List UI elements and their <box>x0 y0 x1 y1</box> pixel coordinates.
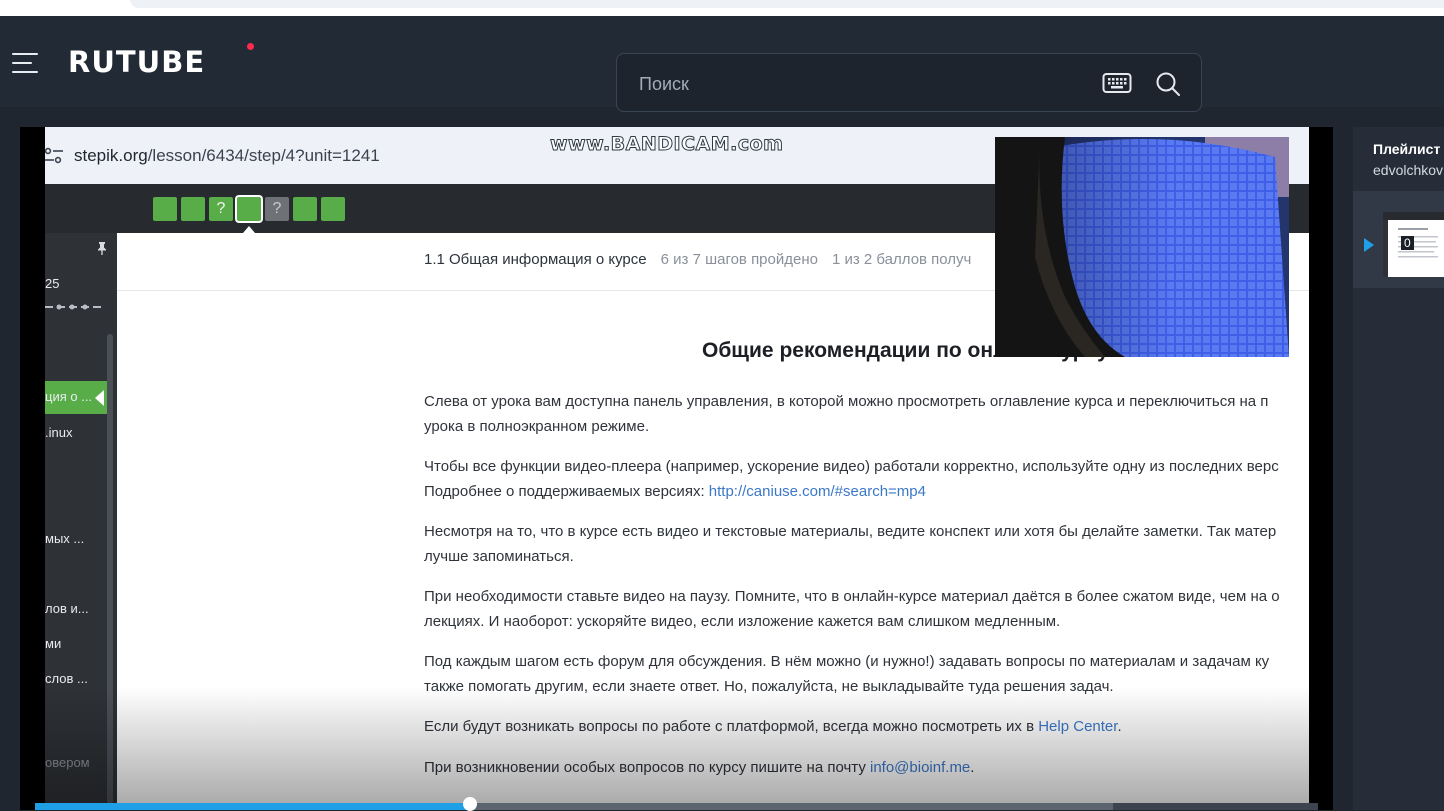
site-header: RUTUBE <box>0 16 1444 112</box>
step-indicator: ? <box>209 197 233 221</box>
url-path: /lesson/6434/step/4?unit=1241 <box>147 146 380 165</box>
email-link: info@bioinf.me <box>870 759 971 776</box>
sidebar-item: лов и... <box>45 601 89 616</box>
browser-address-strip <box>0 0 1444 16</box>
rutube-logo[interactable]: RUTUBE <box>68 46 205 78</box>
paragraph-line: урока в полноэкранном режиме. <box>424 418 650 435</box>
punctuation: . <box>1117 718 1122 735</box>
paragraph: Если будут возникать вопросы по работе с… <box>424 714 1122 739</box>
sidebar-scrollbar <box>107 334 113 804</box>
paragraph: Несмотря на то, что в курсе есть видео и… <box>424 519 1276 569</box>
sidebar-item: овером <box>45 755 90 770</box>
sidebar-counter: 25 <box>45 276 60 291</box>
webcam-overlay <box>995 137 1289 357</box>
step-indicator <box>181 197 205 221</box>
sidebar-item: мых ... <box>45 531 85 546</box>
caniuse-link: http://caniuse.com/#search=mp4 <box>708 483 926 500</box>
playlist-panel: Плейлист edvolchkov 0 <box>1353 127 1444 810</box>
step-indicator-active <box>237 197 261 221</box>
recorded-url: stepik.org/lesson/6434/step/4?unit=1241 <box>74 146 380 166</box>
sidebar-active-arrow <box>95 390 104 406</box>
sidebar-item: ми <box>45 636 62 651</box>
sidebar-item: .inux <box>45 425 73 440</box>
step-indicator <box>321 197 345 221</box>
player-controls-gradient <box>45 687 1309 810</box>
sidebar-item: слов ... <box>45 671 88 686</box>
playlist-header[interactable]: Плейлист edvolchkov <box>1353 127 1444 190</box>
timeline-progress <box>35 803 470 810</box>
paragraph: Под каждым шагом есть форум для обсужден… <box>424 649 1269 699</box>
video-duration: 0 <box>1401 236 1414 250</box>
paragraph-line: Чтобы все функции видео-плеера (например… <box>424 458 1279 475</box>
now-playing-icon <box>1364 238 1374 252</box>
steps-passed: 6 из 7 шагов пройдено <box>660 251 818 268</box>
paragraph-line: Слева от урока вам доступна панель управ… <box>424 393 1269 410</box>
lesson-breadcrumb: 1.1 Общая информация о курсе 6 из 7 шагов… <box>424 251 971 268</box>
lesson-title: 1.1 Общая информация о курсе <box>424 251 647 268</box>
paragraph: Слева от урока вам доступна панель управ… <box>424 389 1268 439</box>
step-indicator <box>153 197 177 221</box>
playlist-item[interactable]: 0 <box>1353 191 1444 288</box>
search-box <box>616 53 1202 112</box>
step-indicator <box>293 197 317 221</box>
paragraph-line: При возникновении особых вопросов по кур… <box>424 759 870 776</box>
video-frame[interactable]: stepik.org/lesson/6434/step/4?unit=1241 … <box>45 127 1309 810</box>
paragraph-line: лучше запоминаться. <box>424 548 574 565</box>
help-center-link: Help Center <box>1038 718 1118 735</box>
paragraph-line: Под каждым шагом есть форум для обсужден… <box>424 653 1270 670</box>
timeline-scrubber[interactable] <box>463 797 477 811</box>
punctuation: . <box>970 759 975 776</box>
playlist-title: Плейлист <box>1373 141 1441 157</box>
keyboard-icon[interactable] <box>1102 72 1132 94</box>
paragraph: При необходимости ставьте видео на паузу… <box>424 584 1280 634</box>
paragraph-line: Несмотря на то, что в курсе есть видео и… <box>424 523 1277 540</box>
paragraph: При возникновении особых вопросов по кур… <box>424 755 974 780</box>
active-step-pointer <box>243 226 255 233</box>
paragraph-line: При необходимости ставьте видео на паузу… <box>424 588 1280 605</box>
step-indicator: ? <box>265 197 289 221</box>
paragraph-line: Подробнее о поддерживаемых версиях: <box>424 483 709 500</box>
paragraph-line: лекциях. И наоборот: ускоряйте видео, ес… <box>424 613 1061 630</box>
bandicam-watermark: www.BANDICAM.com <box>549 133 784 156</box>
paragraph: Чтобы все функции видео-плеера (например… <box>424 454 1279 504</box>
paragraph-line: Если будут возникать вопросы по работе с… <box>424 718 1039 735</box>
playlist-owner[interactable]: edvolchkov <box>1373 162 1443 178</box>
sidebar-progress-dots <box>45 304 103 310</box>
url-domain: stepik.org <box>74 146 148 165</box>
site-settings-icon <box>45 147 63 164</box>
logo-dot <box>247 43 254 50</box>
search-icon[interactable] <box>1155 71 1181 97</box>
hamburger-menu-icon[interactable] <box>12 53 38 73</box>
search-input[interactable] <box>637 71 1081 97</box>
points-earned: 1 из 2 баллов получ <box>831 251 972 268</box>
paragraph-line: также помогать другим, если знаете ответ… <box>424 678 1114 695</box>
sidebar-item: ция о ... <box>45 389 93 404</box>
pin-icon <box>98 242 106 255</box>
